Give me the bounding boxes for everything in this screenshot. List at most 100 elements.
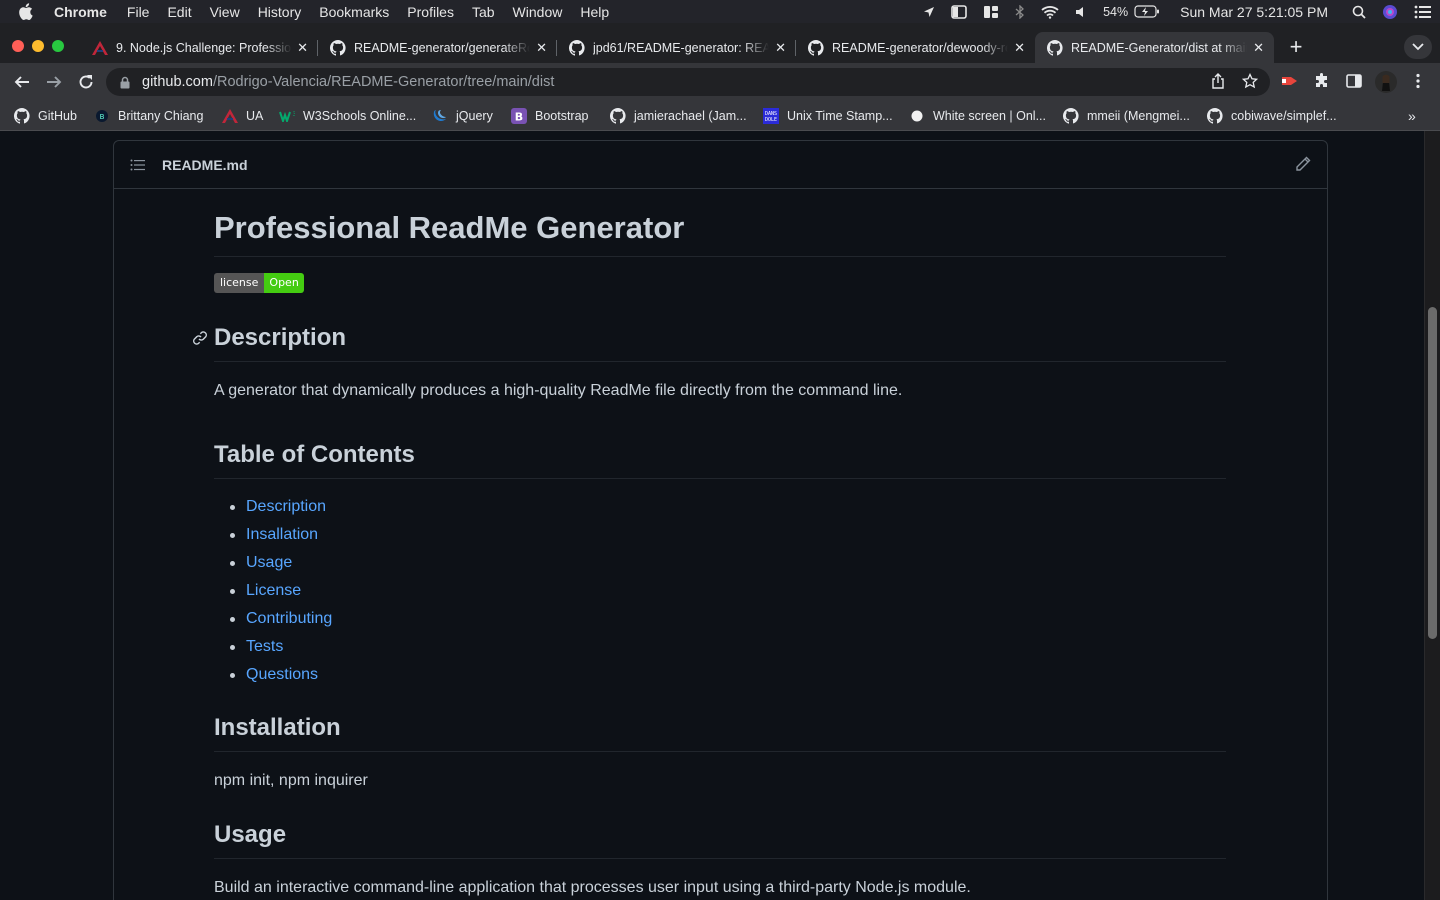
control-center-icon[interactable]: [1414, 5, 1432, 19]
page-scrollbar[interactable]: [1424, 131, 1440, 900]
bookmark-jamierachael[interactable]: jamierachael (Jam...: [610, 107, 747, 125]
outline-list-icon[interactable]: [130, 159, 146, 171]
toc-link-questions[interactable]: Questions: [246, 666, 318, 683]
toc-link-tests[interactable]: Tests: [246, 638, 283, 655]
tab-label: README-generator/dewoody-readme: [832, 40, 1008, 55]
toc-link-description[interactable]: Description: [246, 498, 326, 515]
close-tab-icon[interactable]: ✕: [297, 40, 308, 56]
scrollbar-thumb[interactable]: [1428, 307, 1437, 639]
menu-help[interactable]: Help: [580, 4, 609, 20]
menu-tab[interactable]: Tab: [472, 4, 495, 20]
menubar-clock[interactable]: Sun Mar 27 5:21:05 PM: [1180, 4, 1328, 20]
list-item: Insallation: [214, 521, 1226, 549]
bookmark-mmeii[interactable]: mmeii (Mengmei...: [1063, 107, 1190, 125]
bluetooth-icon[interactable]: [1015, 4, 1025, 19]
lock-icon[interactable]: [120, 76, 130, 89]
extension-red-icon[interactable]: [1281, 72, 1299, 90]
sidebar-app-icon[interactable]: [951, 4, 967, 19]
license-badge[interactable]: license Open: [214, 273, 304, 293]
bookmark-label: W3Schools Online...: [303, 109, 417, 123]
pencil-edit-icon[interactable]: [1295, 156, 1311, 172]
circle-icon: [909, 108, 925, 124]
bookmark-github[interactable]: GitHub: [14, 107, 77, 125]
menu-file[interactable]: File: [127, 4, 150, 20]
menu-window[interactable]: Window: [513, 4, 563, 20]
browser-tab-active[interactable]: README-Generator/dist at main ✕: [1035, 32, 1274, 63]
menu-history[interactable]: History: [258, 4, 302, 20]
bookmarks-overflow-chevron-icon[interactable]: »: [1408, 108, 1416, 124]
heading-description: Description: [193, 323, 1226, 362]
browser-tab[interactable]: README-generator/dewoody-readme ✕: [796, 32, 1035, 63]
menu-app-name[interactable]: Chrome: [54, 4, 107, 20]
bookmark-unix-time-stamp[interactable]: DANS DOLE Unix Time Stamp...: [763, 107, 893, 125]
bookmark-cobiwave[interactable]: cobiwave/simplef...: [1207, 107, 1337, 125]
chrome-toolbar: github.com/Rodrigo-Valencia/README-Gener…: [0, 63, 1440, 101]
github-page: README.md Professional ReadMe Generator …: [0, 131, 1424, 900]
list-item: Contributing: [214, 605, 1226, 633]
window-layout-icon[interactable]: [983, 5, 999, 19]
close-window-button[interactable]: [12, 40, 24, 52]
menu-view[interactable]: View: [210, 4, 240, 20]
readme-filename[interactable]: README.md: [162, 157, 248, 173]
toc-link-installation[interactable]: Insallation: [246, 526, 318, 543]
toc-link-contributing[interactable]: Contributing: [246, 610, 332, 627]
volume-icon[interactable]: [1075, 6, 1087, 18]
tab-search-button[interactable]: [1404, 35, 1432, 59]
siri-icon[interactable]: [1382, 4, 1398, 20]
close-tab-icon[interactable]: ✕: [1014, 40, 1025, 56]
forward-button[interactable]: [44, 72, 64, 92]
minimize-window-button[interactable]: [32, 40, 44, 52]
profile-avatar[interactable]: [1375, 71, 1397, 93]
side-panel-icon[interactable]: [1345, 72, 1363, 90]
usage-text: Build an interactive command-line applic…: [214, 879, 971, 896]
tab-label: jpd61/README-generator: README: [593, 40, 769, 55]
github-icon: [330, 39, 346, 56]
battery-percent[interactable]: 54%: [1103, 5, 1128, 19]
reload-button[interactable]: [76, 72, 96, 92]
svg-text:3: 3: [293, 111, 296, 118]
list-item: Questions: [214, 661, 1226, 689]
badge-value: Open: [264, 273, 304, 293]
address-bar[interactable]: github.com/Rodrigo-Valencia/README-Gener…: [106, 68, 1270, 96]
toc-link-usage[interactable]: Usage: [246, 554, 292, 571]
menu-edit[interactable]: Edit: [167, 4, 191, 20]
back-button[interactable]: [12, 72, 32, 92]
menu-bookmarks[interactable]: Bookmarks: [319, 4, 389, 20]
chevron-down-icon: [1412, 43, 1424, 51]
bookmark-bootstrap[interactable]: B Bootstrap: [511, 107, 589, 125]
menu-profiles[interactable]: Profiles: [407, 4, 454, 20]
github-icon: [569, 39, 585, 56]
share-icon[interactable]: [1209, 72, 1227, 90]
browser-tab[interactable]: jpd61/README-generator: README ✕: [557, 32, 796, 63]
browser-tab[interactable]: 9. Node.js Challenge: Professional READM…: [80, 32, 318, 63]
toc-link-license[interactable]: License: [246, 582, 301, 599]
close-tab-icon[interactable]: ✕: [775, 40, 786, 56]
bookmark-w3schools[interactable]: 3 W3Schools Online...: [279, 107, 416, 125]
spotlight-search-icon[interactable]: [1352, 5, 1366, 19]
chrome-menu-icon[interactable]: [1409, 72, 1427, 90]
apple-icon[interactable]: [18, 3, 40, 20]
extensions-puzzle-icon[interactable]: [1313, 72, 1331, 90]
bookmark-label: Bootstrap: [535, 109, 589, 123]
link-anchor-icon[interactable]: [192, 330, 208, 346]
github-icon: [808, 39, 824, 56]
heading-usage: Usage: [214, 820, 1226, 859]
battery-icon[interactable]: [1134, 5, 1160, 18]
list-item: Description: [214, 493, 1226, 521]
reload-icon: [79, 75, 93, 89]
browser-tab[interactable]: README-generator/generateReadme.js ✕: [318, 32, 557, 63]
bookmark-white-screen[interactable]: White screen | Onl...: [909, 107, 1046, 125]
bootstrap-icon: B: [511, 108, 527, 124]
zoom-window-button[interactable]: [52, 40, 64, 52]
bookmark-jquery[interactable]: jQuery: [432, 107, 493, 125]
close-tab-icon[interactable]: ✕: [536, 40, 547, 56]
new-tab-button[interactable]: +: [1284, 35, 1308, 59]
bookmark-ua[interactable]: UA: [222, 107, 263, 125]
close-tab-icon[interactable]: ✕: [1253, 40, 1264, 56]
macos-menubar: Chrome File Edit View History Bookmarks …: [0, 0, 1440, 23]
bookmark-star-icon[interactable]: [1241, 72, 1259, 90]
wifi-icon[interactable]: [1041, 5, 1059, 19]
bookmark-brittany-chiang[interactable]: B Brittany Chiang: [94, 107, 203, 125]
location-arrow-icon[interactable]: [923, 6, 935, 18]
toc-list: Description Insallation Usage License Co…: [214, 493, 1226, 689]
